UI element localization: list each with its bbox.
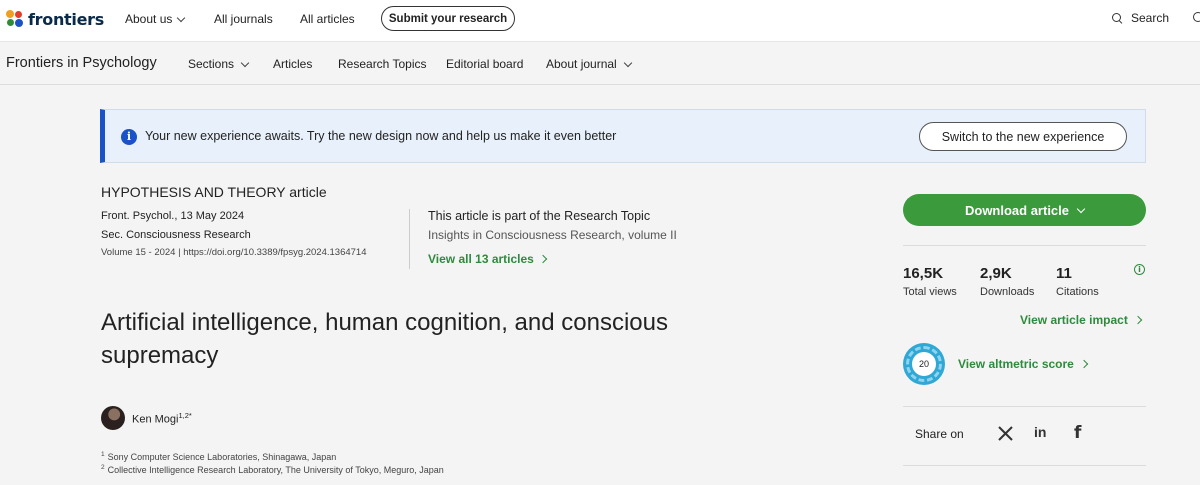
affiliation-1-number: 1 (101, 451, 105, 458)
journal-nav-sections[interactable]: Sections (188, 57, 250, 71)
view-article-impact-link[interactable]: View article impact (1020, 313, 1143, 327)
new-experience-banner: i Your new experience awaits. Try the ne… (100, 109, 1146, 163)
meta-divider (409, 209, 410, 269)
journal-nav-editorial-board-label: Editorial board (446, 57, 524, 71)
sidebar-divider (903, 406, 1146, 407)
frontiers-logo-icon (6, 10, 24, 28)
search-icon (1112, 12, 1123, 24)
banner-message: Your new experience awaits. Try the new … (145, 129, 617, 143)
nav-all-journals[interactable]: All journals (214, 12, 273, 26)
total-views-label: Total views (903, 286, 957, 298)
view-article-impact-label: View article impact (1020, 313, 1128, 327)
view-altmetric-link[interactable]: View altmetric score (958, 357, 1089, 371)
journal-nav-sections-label: Sections (188, 57, 235, 71)
affiliation-1: 1 Sony Computer Science Laboratories, Shi… (101, 451, 336, 462)
download-article-button[interactable]: Download article (903, 194, 1146, 226)
chevron-down-icon (1076, 204, 1086, 213)
chevron-right-icon (538, 254, 548, 264)
nav-all-articles-label: All articles (300, 12, 355, 26)
top-navigation: frontiers About us All journals All arti… (0, 0, 1200, 42)
search-label: Search (1131, 11, 1170, 25)
view-altmetric-label: View altmetric score (958, 357, 1074, 371)
journal-date: Front. Psychol., 13 May 2024 (101, 210, 245, 222)
download-article-label: Download article (964, 202, 1070, 218)
affiliation-2-number: 2 (101, 464, 105, 471)
section-name[interactable]: Sec. Consciousness Research (101, 229, 251, 241)
author-name: Ken Mogi1,2* (132, 411, 192, 426)
info-icon: i (121, 129, 137, 145)
submit-research-button[interactable]: Submit your research (381, 6, 515, 31)
avatar (101, 406, 125, 430)
chevron-down-icon (177, 13, 186, 22)
research-topic-heading: This article is part of the Research Top… (428, 209, 651, 223)
journal-navigation: Frontiers in Psychology Sections Article… (0, 43, 1200, 85)
journal-nav-articles-label: Articles (273, 57, 313, 71)
metrics-info-icon[interactable]: i (1134, 264, 1145, 275)
downloads-value: 2,9K (980, 265, 1012, 282)
journal-nav-research-topics[interactable]: Research Topics (338, 57, 427, 71)
altmetric-score: 20 (912, 352, 936, 376)
search-button[interactable]: Search (1112, 11, 1169, 25)
nav-about-us-label: About us (125, 12, 173, 26)
journal-nav-editorial-board[interactable]: Editorial board (446, 57, 523, 71)
journal-nav-about-journal-label: About journal (546, 57, 617, 71)
linkedin-icon[interactable]: in (1034, 424, 1046, 440)
frontiers-logo[interactable]: frontiers (6, 8, 104, 30)
article-title: Artificial intelligence, human cognition… (101, 309, 668, 369)
journal-nav-articles[interactable]: Articles (273, 57, 312, 71)
author-name-text: Ken Mogi (132, 413, 179, 426)
user-icon[interactable] (1193, 12, 1200, 22)
chevron-down-icon (240, 58, 250, 67)
altmetric-badge[interactable]: 20 (903, 343, 945, 385)
author-affiliation-sup: 1,2* (178, 410, 192, 420)
citations-value: 11 (1056, 265, 1072, 282)
facebook-icon[interactable]: f (1074, 423, 1081, 443)
sidebar-divider (903, 245, 1146, 246)
logo-text: frontiers (28, 9, 104, 29)
volume-doi[interactable]: Volume 15 - 2024 | https://doi.org/10.33… (101, 247, 367, 258)
affiliation-2-text: Collective Intelligence Research Laborat… (107, 465, 444, 475)
nav-all-articles[interactable]: All articles (300, 12, 355, 26)
total-views-value: 16,5K (903, 265, 944, 282)
chevron-right-icon (1133, 315, 1143, 325)
downloads-label: Downloads (980, 286, 1035, 298)
research-topic-name[interactable]: Insights in Consciousness Research, volu… (428, 228, 677, 242)
article-type: HYPOTHESIS AND THEORY article (101, 184, 327, 200)
citations-label: Citations (1056, 286, 1099, 298)
author[interactable]: Ken Mogi1,2* (101, 406, 192, 430)
x-icon[interactable] (997, 425, 1014, 442)
journal-title[interactable]: Frontiers in Psychology (6, 55, 157, 71)
affiliation-1-text: Sony Computer Science Laboratories, Shin… (107, 452, 337, 462)
chevron-down-icon (623, 58, 632, 67)
nav-all-journals-label: All journals (214, 12, 273, 26)
view-all-articles-label: View all 13 articles (428, 252, 534, 266)
nav-about-us[interactable]: About us (125, 12, 186, 26)
view-all-articles-link[interactable]: View all 13 articles (428, 252, 548, 266)
switch-experience-button[interactable]: Switch to the new experience (919, 122, 1127, 151)
journal-nav-about-journal[interactable]: About journal (546, 57, 632, 71)
sidebar-divider (903, 465, 1146, 466)
chevron-right-icon (1079, 359, 1089, 369)
journal-nav-research-topics-label: Research Topics (338, 57, 427, 71)
affiliation-2: 2 Collective Intelligence Research Labora… (101, 464, 444, 475)
share-label: Share on (915, 427, 964, 441)
